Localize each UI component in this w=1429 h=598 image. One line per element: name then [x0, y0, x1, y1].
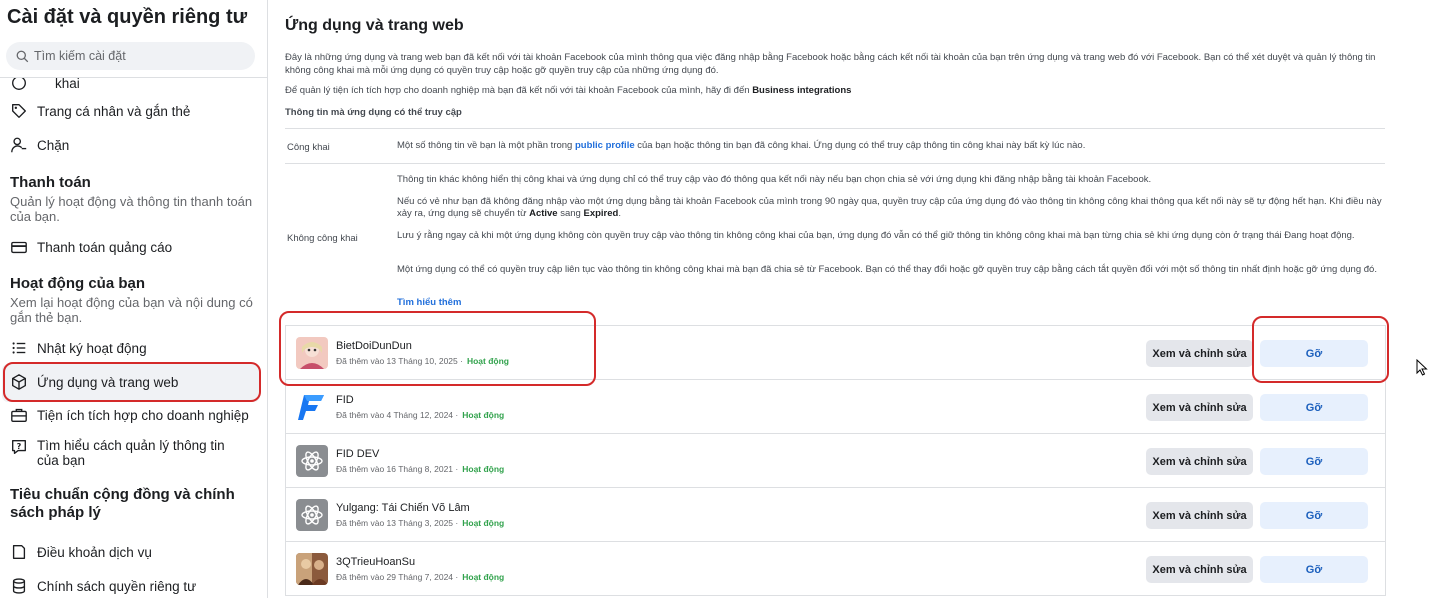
app-name: FID — [336, 394, 354, 406]
sidebar-title: Cài đặt và quyền riêng tư — [7, 6, 248, 28]
photo-avatar-icon — [296, 553, 328, 585]
status-badge: Hoạt động — [462, 572, 505, 582]
intro-text: Đây là những ứng dụng và trang web bạn đ… — [285, 52, 1376, 76]
app-name: 3QTrieuHoanSu — [336, 556, 416, 568]
view-edit-button[interactable]: Xem và chỉnh sửa — [1146, 448, 1253, 475]
nonpublic-p3: Lưu ý rằng ngay cả khi một ứng dụng khôn… — [397, 230, 1355, 241]
app-meta: Đã thêm vào 4 Tháng 12, 2024 · Hoạt động — [336, 410, 505, 420]
settings-sidebar: Cài đặt và quyền riêng tư Tìm kiếm cài đ… — [0, 0, 268, 598]
search-placeholder: Tìm kiếm cài đặt — [34, 49, 126, 63]
view-edit-button[interactable]: Xem và chỉnh sửa — [1146, 340, 1253, 367]
app-meta: Đã thêm vào 16 Tháng 8, 2021 · Hoạt động — [336, 464, 505, 474]
remove-button[interactable]: Gỡ — [1260, 394, 1368, 421]
remove-button[interactable]: Gỡ — [1260, 502, 1368, 529]
sidebar-item-privacy-policy[interactable]: Chính sách quyền riêng tư — [10, 577, 196, 595]
sidebar-item-apps-websites[interactable]: Ứng dụng và trang web — [10, 373, 178, 391]
sidebar-scroll-area[interactable]: khai Trang cá nhân và gắn thẻ Chặn Thanh… — [0, 77, 267, 598]
sidebar-item-activity-log[interactable]: Nhật ký hoạt động — [10, 339, 147, 357]
sidebar-item-blocking[interactable]: Chặn — [10, 136, 69, 154]
view-edit-button[interactable]: Xem và chỉnh sửa — [1146, 556, 1253, 583]
view-edit-button[interactable]: Xem và chỉnh sửa — [1146, 394, 1253, 421]
search-input[interactable]: Tìm kiếm cài đặt — [6, 42, 255, 70]
sidebar-item-partial[interactable]: khai — [10, 78, 80, 92]
list-icon — [12, 342, 26, 354]
public-icon — [12, 78, 26, 90]
status-badge: Hoạt động — [466, 356, 509, 366]
cube-icon — [12, 374, 26, 390]
app-row: 3QTrieuHoanSu Đã thêm vào 29 Tháng 7, 20… — [286, 542, 1385, 596]
mouse-cursor-icon — [1416, 359, 1428, 376]
business-integrations-link[interactable]: Business integrations — [752, 85, 851, 96]
briefcase-icon — [11, 408, 27, 422]
app-name: BietDoiDunDun — [336, 340, 412, 352]
app-row: Yulgang: Tái Chiến Võ Lâm Đã thêm vào 13… — [286, 488, 1385, 542]
nonpublic-p1: Thông tin khác không hiển thị công khai … — [397, 174, 1152, 185]
public-label: Công khai — [287, 142, 330, 153]
activity-description: Xem lại hoạt động của bạn và nội dung có… — [10, 295, 253, 325]
nonpublic-label: Không công khai — [287, 233, 358, 244]
page-title: Ứng dụng và trang web — [285, 17, 464, 34]
sidebar-item-business-integrations[interactable]: Tiện ích tích hợp cho doanh nghiệp — [10, 406, 249, 424]
remove-button[interactable]: Gỡ — [1260, 448, 1368, 475]
app-list: BietDoiDunDun Đã thêm vào 13 Tháng 10, 2… — [285, 325, 1386, 596]
sidebar-item-terms[interactable]: Điều khoản dịch vụ — [10, 543, 152, 561]
nonpublic-p4: Một ứng dụng có thể có quyền truy cập li… — [397, 264, 1377, 275]
book-icon — [12, 545, 26, 559]
activity-heading: Hoạt động của bạn — [10, 275, 145, 292]
app-meta: Đã thêm vào 13 Tháng 3, 2025 · Hoạt động — [336, 518, 505, 528]
public-profile-link[interactable]: public profile — [575, 140, 635, 151]
community-heading: Tiêu chuẩn cộng đồng và chính sách pháp … — [10, 486, 235, 521]
nonpublic-p2: Nếu có vẻ như bạn đã không đăng nhập vào… — [397, 196, 1382, 219]
app-meta: Đã thêm vào 29 Tháng 7, 2024 · Hoạt động — [336, 572, 505, 582]
app-meta: Đã thêm vào 13 Tháng 10, 2025 · Hoạt động — [336, 356, 509, 366]
app-name: FID DEV — [336, 448, 380, 460]
public-description: Một số thông tin về bạn là một phần tron… — [397, 140, 1086, 151]
atom-icon — [296, 445, 328, 477]
sidebar-item-manage-info[interactable]: ? Tìm hiểu cách quản lý thông tin của bạ… — [10, 438, 250, 468]
svg-text:?: ? — [17, 441, 22, 451]
database-icon — [12, 578, 26, 594]
search-icon — [16, 50, 29, 62]
app-row: BietDoiDunDun Đã thêm vào 13 Tháng 10, 2… — [286, 326, 1385, 380]
block-user-icon — [11, 137, 27, 153]
f-logo-icon — [296, 391, 328, 423]
status-badge: Hoạt động — [462, 518, 505, 528]
tag-icon — [12, 104, 26, 118]
view-edit-button[interactable]: Xem và chỉnh sửa — [1146, 502, 1253, 529]
divider — [285, 128, 1385, 129]
photo-avatar-icon — [296, 337, 328, 369]
business-integrations-text: Để quản lý tiện ích tích hợp cho doanh n… — [285, 85, 852, 96]
status-badge: Hoạt động — [462, 410, 505, 420]
main-content: Ứng dụng và trang web Đây là những ứng d… — [268, 0, 1429, 598]
help-icon: ? — [12, 440, 26, 454]
app-row: FID DEV Đã thêm vào 16 Tháng 8, 2021 · Ho… — [286, 434, 1385, 488]
sidebar-item-profile-tagging[interactable]: Trang cá nhân và gắn thẻ — [10, 102, 190, 120]
atom-icon — [296, 499, 328, 531]
divider — [285, 163, 1385, 164]
credit-card-icon — [11, 241, 27, 254]
app-name: Yulgang: Tái Chiến Võ Lâm — [336, 502, 470, 514]
access-subheading: Thông tin mà ứng dụng có thể truy cập — [285, 107, 462, 118]
sidebar-item-ad-payments[interactable]: Thanh toán quảng cáo — [10, 238, 172, 256]
app-row: FID Đã thêm vào 4 Tháng 12, 2024 · Hoạt đ… — [286, 380, 1385, 434]
learn-more-link[interactable]: Tìm hiểu thêm — [397, 297, 461, 308]
payment-heading: Thanh toán — [10, 174, 91, 191]
status-badge: Hoạt động — [462, 464, 505, 474]
remove-button[interactable]: Gỡ — [1260, 556, 1368, 583]
payment-description: Quản lý hoạt động và thông tin thanh toá… — [10, 194, 253, 224]
remove-button[interactable]: Gỡ — [1260, 340, 1368, 367]
